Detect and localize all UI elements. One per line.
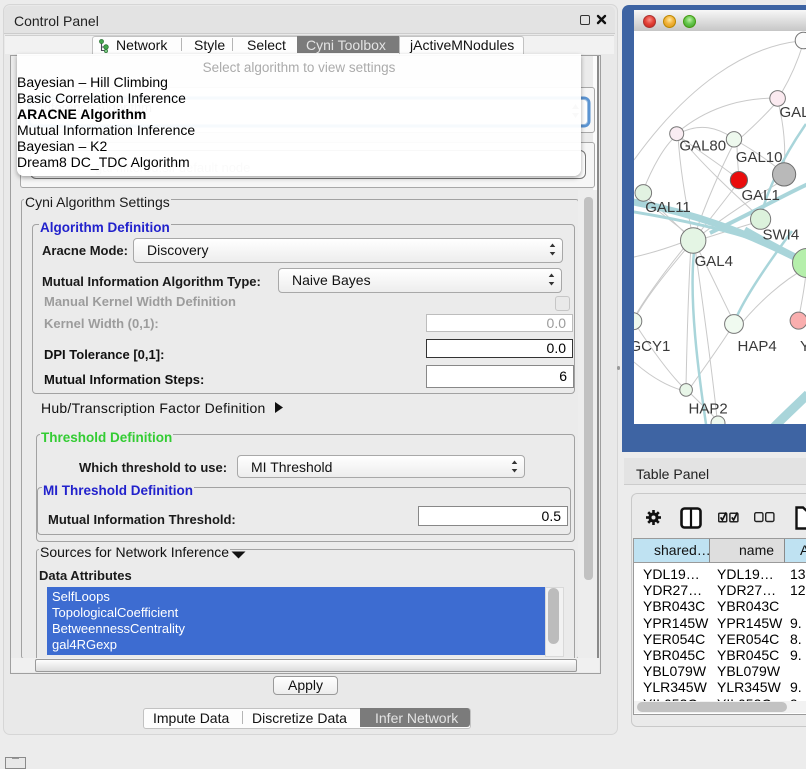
svg-text:GAL: GAL [780, 104, 806, 121]
svg-text:GAL4: GAL4 [695, 253, 733, 270]
svg-text:GAL1: GAL1 [742, 187, 780, 204]
svg-text:GCY1: GCY1 [634, 338, 670, 355]
svg-text:Y: Y [800, 338, 806, 355]
svg-text:GAL11: GAL11 [645, 199, 691, 216]
svg-text:GAL80: GAL80 [679, 138, 726, 155]
svg-text:HAP2: HAP2 [689, 401, 728, 418]
svg-text:HAP4: HAP4 [738, 338, 777, 355]
svg-text:SWI4: SWI4 [763, 227, 800, 244]
svg-text:GAL10: GAL10 [736, 149, 783, 166]
